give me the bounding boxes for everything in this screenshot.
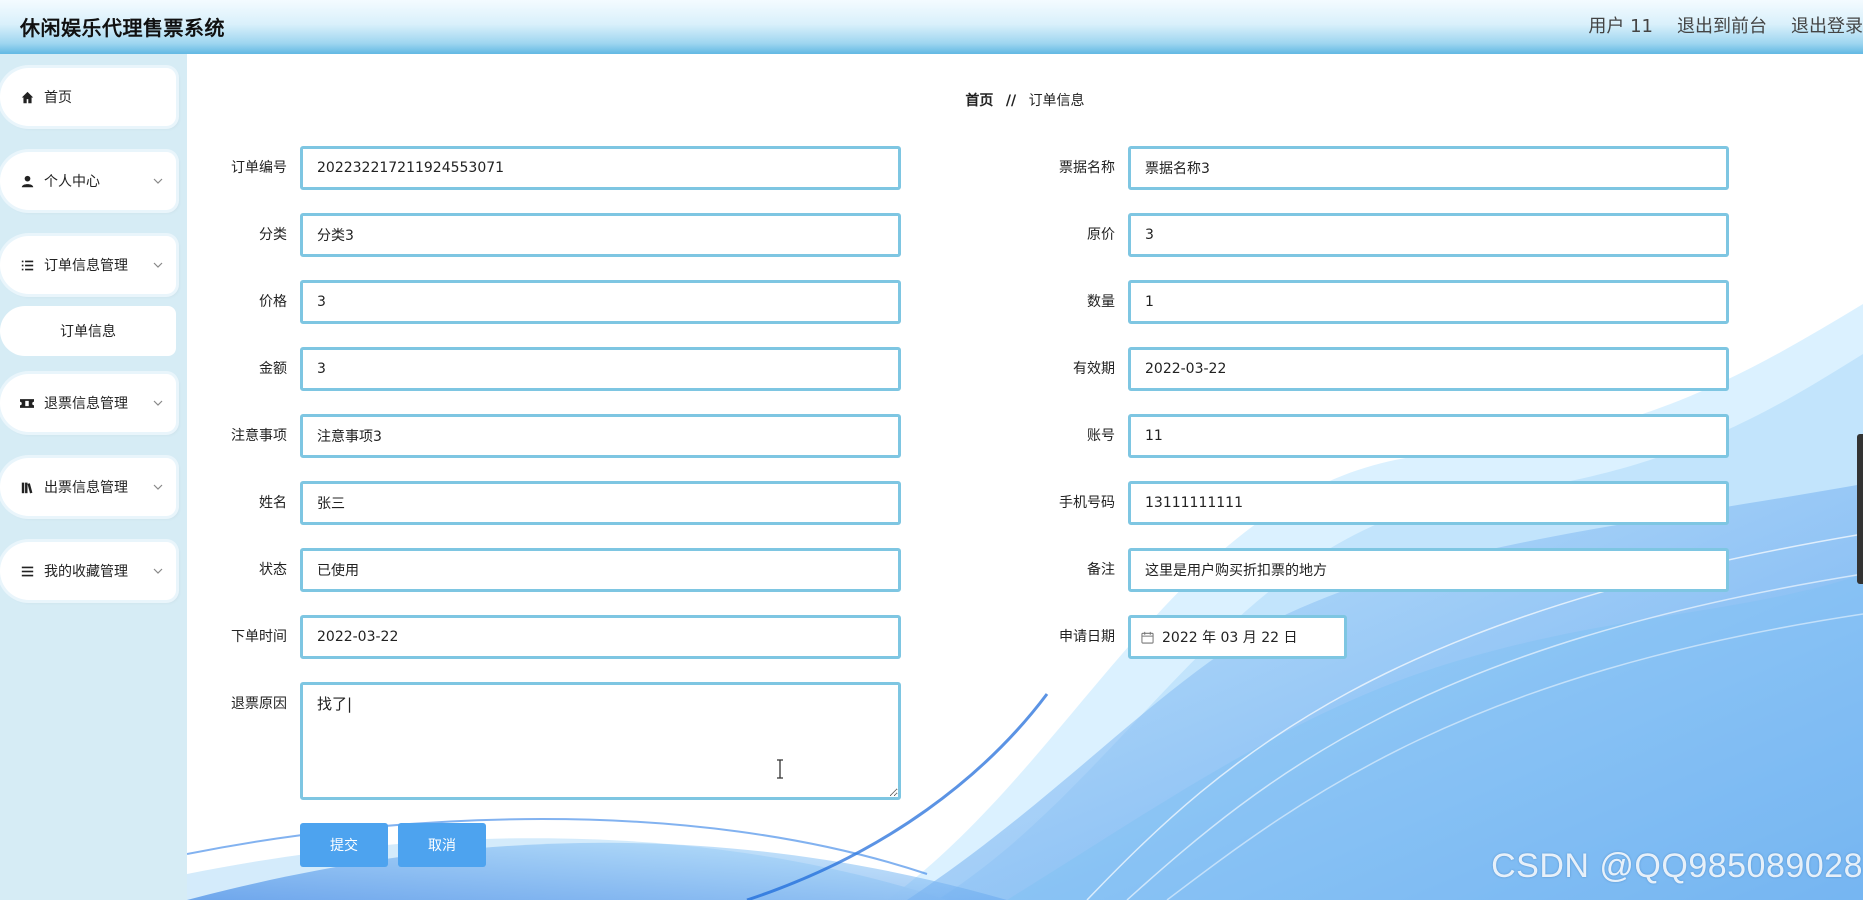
apply-date-label: 申请日期 xyxy=(1059,629,1115,645)
status-label: 状态 xyxy=(259,562,287,578)
submit-button[interactable]: 提交 xyxy=(300,823,388,867)
sidebar-subitem-label: 订单信息 xyxy=(60,324,116,340)
chevron-down-icon xyxy=(152,259,164,271)
notes-label: 注意事项 xyxy=(231,428,287,444)
current-user-link[interactable]: 用户 11 xyxy=(1588,12,1653,38)
phone-label: 手机号码 xyxy=(1059,495,1115,511)
refund-reason-label: 退票原因 xyxy=(231,696,287,712)
name-label: 姓名 xyxy=(259,495,287,511)
name-input[interactable] xyxy=(300,481,901,525)
cancel-button[interactable]: 取消 xyxy=(398,823,486,867)
phone-input[interactable] xyxy=(1128,481,1729,525)
ticket-name-label: 票据名称 xyxy=(1059,160,1115,176)
order-time-input[interactable] xyxy=(300,615,901,659)
breadcrumb-home[interactable]: 首页 xyxy=(965,93,993,109)
notes-input[interactable] xyxy=(300,414,901,458)
chevron-down-icon xyxy=(152,397,164,409)
order-no-label: 订单编号 xyxy=(231,160,287,176)
sidebar-item-order-management[interactable]: 订单信息管理 xyxy=(0,236,176,294)
order-time-label: 下单时间 xyxy=(231,629,287,645)
valid-date-label: 有效期 xyxy=(1073,361,1115,377)
chevron-down-icon xyxy=(152,175,164,187)
sidebar: 首页 个人中心 订单信息管理 订单信息 退票信息管理 出票信息管理 我的收藏管理 xyxy=(0,54,187,900)
sidebar-item-personal-center[interactable]: 个人中心 xyxy=(0,152,176,210)
refund-reason-textarea[interactable]: 找了| xyxy=(300,682,901,800)
valid-date-input[interactable] xyxy=(1128,347,1729,391)
sidebar-item-label: 首页 xyxy=(44,90,72,106)
menu-icon xyxy=(20,564,34,578)
scrollbar-handle[interactable] xyxy=(1857,434,1863,584)
price-label: 价格 xyxy=(259,294,287,310)
sidebar-item-favorites-management[interactable]: 我的收藏管理 xyxy=(0,542,176,600)
price-input[interactable] xyxy=(300,280,901,324)
status-input[interactable] xyxy=(300,548,901,592)
ticket-icon xyxy=(20,396,34,410)
back-to-front-link[interactable]: 退出到前台 xyxy=(1677,12,1767,38)
main-content: 首页 // 订单信息 订单编号 分类 价格 金额 注意事项 姓名 状态 下单时间… xyxy=(187,54,1863,900)
sidebar-item-label: 订单信息管理 xyxy=(44,258,128,274)
sidebar-item-label: 退票信息管理 xyxy=(44,396,128,412)
header-actions: 用户 11 退出到前台 退出登录 xyxy=(1588,12,1863,38)
original-price-label: 原价 xyxy=(1087,227,1115,243)
sidebar-subitem-order-info[interactable]: 订单信息 xyxy=(0,306,176,356)
amount-input[interactable] xyxy=(300,347,901,391)
original-price-input[interactable] xyxy=(1128,213,1729,257)
chevron-down-icon xyxy=(152,481,164,493)
sidebar-item-label: 出票信息管理 xyxy=(44,480,128,496)
chevron-down-icon xyxy=(152,565,164,577)
breadcrumb-current: 订单信息 xyxy=(1028,93,1085,109)
logout-link[interactable]: 退出登录 xyxy=(1791,12,1863,38)
list-icon xyxy=(20,258,34,272)
apply-date-picker[interactable]: 2022 年 03 月 22 日 xyxy=(1128,615,1347,659)
sidebar-item-refund-management[interactable]: 退票信息管理 xyxy=(0,374,176,432)
order-no-input[interactable] xyxy=(300,146,901,190)
ticket-name-input[interactable] xyxy=(1128,146,1729,190)
books-icon xyxy=(20,480,34,494)
sidebar-item-ticketing-management[interactable]: 出票信息管理 xyxy=(0,458,176,516)
top-header: 休闲娱乐代理售票系统 用户 11 退出到前台 退出登录 xyxy=(0,0,1863,54)
user-icon xyxy=(20,174,34,188)
watermark: CSDN @QQ985089028 xyxy=(1491,847,1863,885)
amount-label: 金额 xyxy=(259,361,287,377)
category-input[interactable] xyxy=(300,213,901,257)
sidebar-item-label: 个人中心 xyxy=(44,174,100,190)
breadcrumb-separator: // xyxy=(1005,93,1017,109)
breadcrumb: 首页 // 订单信息 xyxy=(187,90,1863,110)
account-label: 账号 xyxy=(1087,428,1115,444)
quantity-input[interactable] xyxy=(1128,280,1729,324)
sidebar-item-home[interactable]: 首页 xyxy=(0,68,176,126)
text-cursor-icon xyxy=(777,759,783,779)
apply-date-value: 2022 年 03 月 22 日 xyxy=(1162,630,1298,646)
home-icon xyxy=(20,90,34,104)
account-input[interactable] xyxy=(1128,414,1729,458)
category-label: 分类 xyxy=(259,227,287,243)
remark-input[interactable] xyxy=(1128,548,1729,592)
calendar-icon xyxy=(1141,631,1154,644)
app-title: 休闲娱乐代理售票系统 xyxy=(20,16,225,40)
remark-label: 备注 xyxy=(1087,562,1115,578)
sidebar-item-label: 我的收藏管理 xyxy=(44,564,128,580)
quantity-label: 数量 xyxy=(1087,294,1115,310)
